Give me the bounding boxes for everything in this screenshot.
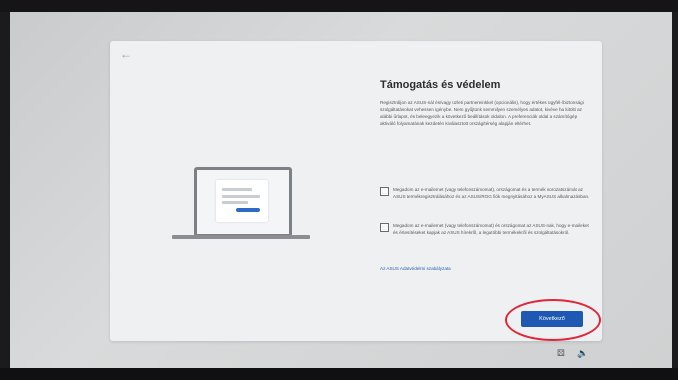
illustration-window — [216, 180, 268, 222]
page-title: Támogatás és védelem — [380, 79, 501, 91]
volume-icon[interactable]: 🔈 — [577, 348, 588, 359]
monitor-bezel-bottom — [0, 368, 678, 380]
illustration-line — [222, 188, 252, 191]
laptop-screen — [194, 167, 292, 237]
illustration-button — [236, 208, 260, 212]
option-register[interactable]: Megadom az e-mailemet (vagy telefonszámo… — [380, 186, 594, 218]
newsletter-checkbox[interactable] — [380, 223, 389, 232]
register-checkbox[interactable] — [380, 187, 389, 196]
page-description: Regisztráljon az ASUS-nál és/vagy üzleti… — [380, 100, 584, 126]
illustration-line — [222, 201, 248, 204]
option-newsletter[interactable]: Megadom az e-mailemet (vagy telefonszámo… — [380, 222, 594, 254]
annotation-circle — [505, 299, 601, 341]
monitor-bezel-top — [0, 0, 678, 12]
laptop-base — [172, 235, 310, 239]
illustration-line — [222, 195, 260, 198]
accessibility-icon[interactable]: ⚄ — [557, 348, 565, 359]
back-arrow-icon[interactable]: ← — [120, 47, 134, 61]
register-option-label: Megadom az e-mailemet (vagy telefonszámo… — [393, 187, 590, 199]
privacy-policy-link[interactable]: Az ASUS Adatvédelmi szabályzata — [380, 266, 451, 271]
oobe-dialog: ← Támogatás és védelem Regisztráljon az … — [110, 41, 602, 341]
newsletter-option-label: Megadom az e-mailemet (vagy telefonszámo… — [393, 223, 589, 235]
